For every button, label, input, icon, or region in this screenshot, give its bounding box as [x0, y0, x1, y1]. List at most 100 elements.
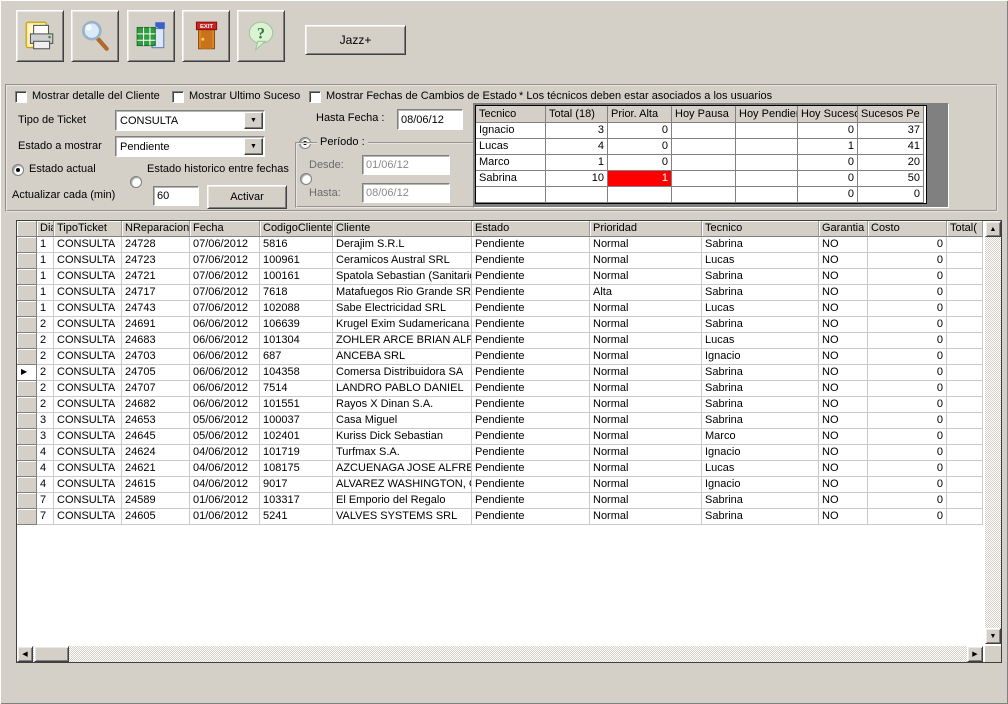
- stats-cell: 41: [858, 139, 924, 155]
- row-selector[interactable]: [17, 301, 37, 317]
- row-selector[interactable]: [17, 269, 37, 285]
- row-selector[interactable]: [17, 461, 37, 477]
- scroll-left-button[interactable]: [17, 646, 33, 662]
- table-row[interactable]: 7CONSULTA2458901/06/2012103317El Emporio…: [17, 493, 983, 509]
- filter-panel: Mostrar detalle del Cliente Mostrar Ulti…: [5, 84, 998, 212]
- row-selector[interactable]: [17, 285, 37, 301]
- ticket-cell: Sabrina: [702, 237, 819, 253]
- chevron-down-icon[interactable]: [244, 138, 263, 155]
- row-selector[interactable]: [17, 333, 37, 349]
- row-selector[interactable]: [17, 237, 37, 253]
- row-selector[interactable]: [17, 253, 37, 269]
- print-button[interactable]: [16, 10, 64, 62]
- table-row[interactable]: 4CONSULTA2461504/06/20129017ALVAREZ WASH…: [17, 477, 983, 493]
- table-row[interactable]: 2CONSULTA2468306/06/2012101304ZOHLER ARC…: [17, 333, 983, 349]
- estado-mostrar-select[interactable]: Pendiente: [115, 136, 265, 157]
- checkbox-ultimo-suceso[interactable]: [172, 91, 184, 103]
- table-row[interactable]: 4CONSULTA2462404/06/2012101719Turfmax S.…: [17, 445, 983, 461]
- table-row[interactable]: 3CONSULTA2464505/06/2012102401Kuriss Dic…: [17, 429, 983, 445]
- table-row[interactable]: 1CONSULTA2472307/06/2012100961Ceramicos …: [17, 253, 983, 269]
- hasta-fecha-input[interactable]: 08/06/12: [397, 109, 463, 130]
- ticket-cell: Sabrina: [702, 397, 819, 413]
- table-row[interactable]: 2CONSULTA2470706/06/20127514LANDRO PABLO…: [17, 381, 983, 397]
- table-row[interactable]: 1CONSULTA2474307/06/2012102088Sabe Elect…: [17, 301, 983, 317]
- stats-row: Sabrina101050: [476, 171, 926, 187]
- ticket-cell: 108175: [260, 461, 333, 477]
- horizontal-scrollbar[interactable]: [17, 646, 983, 662]
- table-row[interactable]: 2CONSULTA2470306/06/2012687ANCEBA SRLPen…: [17, 349, 983, 365]
- row-selector[interactable]: [17, 509, 37, 525]
- ticket-cell: Pendiente: [472, 381, 590, 397]
- row-selector[interactable]: [17, 381, 37, 397]
- hasta-input[interactable]: 08/06/12: [362, 183, 450, 203]
- table-row[interactable]: 7CONSULTA2460501/06/20125241VALVES SYSTE…: [17, 509, 983, 525]
- table-row[interactable]: 1CONSULTA2472107/06/2012100161Spatola Se…: [17, 269, 983, 285]
- table-row[interactable]: 2CONSULTA2468206/06/2012101551Rayos X Di…: [17, 397, 983, 413]
- help-button[interactable]: ?: [237, 10, 285, 62]
- actualizar-value: 60: [157, 190, 169, 202]
- ticket-cell: 05/06/2012: [190, 429, 260, 445]
- scroll-up-button[interactable]: [985, 221, 1001, 237]
- ticket-cell: NO: [819, 253, 868, 269]
- ticket-cell: 0: [868, 237, 947, 253]
- excel-export-icon: [134, 19, 168, 53]
- tickets-column-header: NReparacion: [122, 221, 190, 237]
- table-row[interactable]: 3CONSULTA2465305/06/2012100037Casa Migue…: [17, 413, 983, 429]
- scroll-down-button[interactable]: [985, 628, 1001, 644]
- ticket-cell: Pendiente: [472, 253, 590, 269]
- search-button[interactable]: [71, 10, 119, 62]
- ticket-cell: [947, 349, 983, 365]
- row-selector[interactable]: [17, 317, 37, 333]
- ticket-cell: 7: [37, 493, 54, 509]
- row-selector-current[interactable]: [17, 365, 37, 381]
- desde-input[interactable]: 01/06/12: [362, 155, 450, 175]
- table-row[interactable]: 2CONSULTA2470506/06/2012104358Comersa Di…: [17, 365, 983, 381]
- ticket-cell: Kuriss Dick Sebastian: [333, 429, 472, 445]
- row-selector[interactable]: [17, 349, 37, 365]
- row-selector[interactable]: [17, 445, 37, 461]
- activar-button[interactable]: Activar: [207, 185, 287, 209]
- scroll-right-button[interactable]: [967, 646, 983, 662]
- ticket-cell: Turfmax S.A.: [333, 445, 472, 461]
- ticket-cell: ALVAREZ WASHINGTON, C: [333, 477, 472, 493]
- row-selector[interactable]: [17, 413, 37, 429]
- ticket-cell: NO: [819, 333, 868, 349]
- ticket-cell: 07/06/2012: [190, 253, 260, 269]
- radio-estado-actual[interactable]: [12, 164, 24, 176]
- ticket-cell: Krugel Exim Sudamericana S.: [333, 317, 472, 333]
- actualizar-input[interactable]: 60: [153, 186, 199, 206]
- row-selector[interactable]: [17, 477, 37, 493]
- tipo-ticket-select[interactable]: CONSULTA: [115, 110, 265, 131]
- row-selector[interactable]: [17, 397, 37, 413]
- ticket-cell: 3: [37, 429, 54, 445]
- ticket-cell: 0: [868, 477, 947, 493]
- vertical-scrollbar[interactable]: [985, 221, 1001, 644]
- jazz-button[interactable]: Jazz+: [305, 25, 406, 55]
- row-selector[interactable]: [17, 429, 37, 445]
- horizontal-scrollbar-thumb[interactable]: [34, 646, 69, 662]
- table-row[interactable]: 4CONSULTA2462104/06/2012108175AZCUENAGA …: [17, 461, 983, 477]
- app-window: EXIT ? Jazz+ Mostrar detalle del Cliente…: [0, 0, 1008, 704]
- table-row[interactable]: 1CONSULTA2471707/06/20127618Matafuegos R…: [17, 285, 983, 301]
- excel-export-button[interactable]: [127, 10, 175, 62]
- ticket-cell: 24703: [122, 349, 190, 365]
- ticket-cell: 0: [868, 253, 947, 269]
- table-row[interactable]: 2CONSULTA2469106/06/2012106639Krugel Exi…: [17, 317, 983, 333]
- checkbox-fechas-cambios[interactable]: [309, 91, 321, 103]
- exit-button[interactable]: EXIT: [182, 10, 230, 62]
- stats-row: 00: [476, 187, 926, 203]
- ticket-cell: 1: [37, 301, 54, 317]
- ticket-cell: Normal: [590, 365, 702, 381]
- checkbox-mostrar-detalle[interactable]: [15, 91, 27, 103]
- ticket-cell: Pendiente: [472, 413, 590, 429]
- tickets-column-header: Garantia: [819, 221, 868, 237]
- chevron-down-icon[interactable]: [244, 112, 263, 129]
- radio-estado-historico[interactable]: [130, 176, 142, 188]
- radio-periodo[interactable]: [300, 173, 312, 185]
- ticket-cell: 2: [37, 381, 54, 397]
- ticket-cell: [947, 493, 983, 509]
- table-row[interactable]: 1CONSULTA2472807/06/20125816Derajim S.R.…: [17, 237, 983, 253]
- ticket-cell: Pendiente: [472, 301, 590, 317]
- ticket-cell: 9017: [260, 477, 333, 493]
- row-selector[interactable]: [17, 493, 37, 509]
